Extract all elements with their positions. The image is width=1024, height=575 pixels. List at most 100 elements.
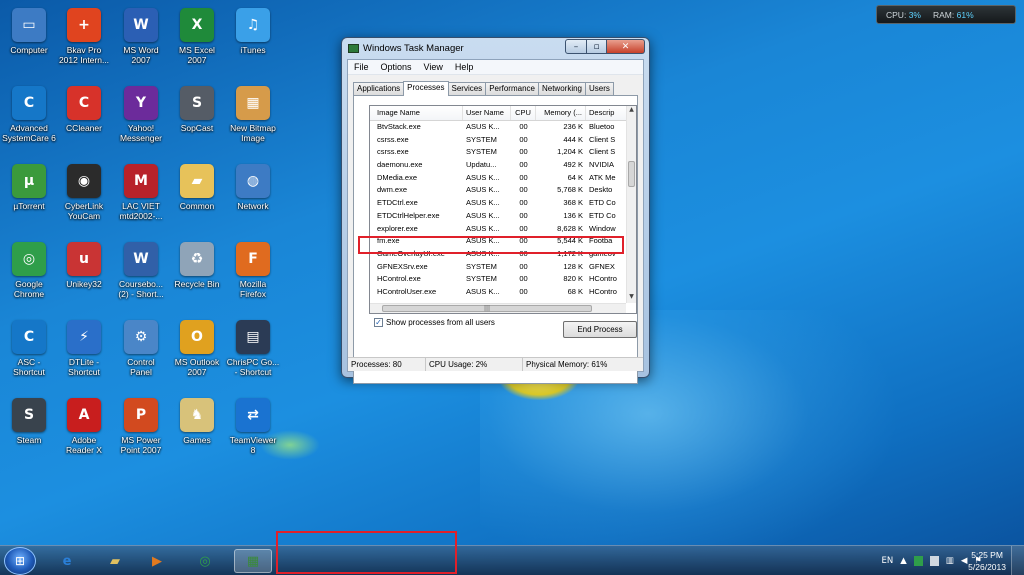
internet-explorer-icon[interactable]: e [48, 549, 86, 573]
end-process-button[interactable]: End Process [563, 321, 637, 338]
desktop-icon[interactable]: O MS Outlook 2007 [168, 316, 226, 390]
desktop-icon[interactable]: ▭ Computer [0, 4, 58, 78]
title-bar[interactable]: Windows Task Manager – ▫ ✕ [342, 38, 649, 58]
desktop-icon[interactable]: C Advanced SystemCare 6 [0, 82, 58, 156]
column-header[interactable]: CPU [511, 106, 536, 120]
clock[interactable]: 5:25 PM 5/26/2013 [968, 549, 1006, 573]
language-indicator[interactable]: EN [882, 556, 894, 566]
desktop-icon[interactable]: u Unikey32 [55, 238, 113, 312]
column-header[interactable]: Memory (... [536, 106, 586, 120]
vertical-scroll-thumb[interactable] [628, 161, 635, 187]
desktop-icon[interactable]: S Steam [0, 394, 58, 468]
tray-app-icon[interactable] [929, 556, 939, 566]
desktop-icon[interactable]: ♞ Games [168, 394, 226, 468]
desktop-icon[interactable]: P MS Power Point 2007 [112, 394, 170, 468]
chrome-icon[interactable]: ◎ [186, 549, 224, 573]
process-list[interactable]: Image Name User Name CPU Memory (... Descrip… [369, 105, 637, 314]
tab-services[interactable]: Services [447, 82, 487, 95]
process-row[interactable]: daemonu.exe Updatu... 00 492 K NVIDIA [370, 159, 636, 172]
desktop-icon[interactable]: ▦ New Bitmap Image [224, 82, 282, 156]
desktop-icon[interactable]: C ASC - Shortcut [0, 316, 58, 390]
show-all-processes[interactable]: ✓ Show processes from all users [374, 318, 495, 327]
show-hidden-icons-icon[interactable]: ▲ [900, 556, 907, 566]
maximize-button[interactable]: ▫ [587, 39, 607, 54]
desktop-icon[interactable]: F Mozilla Firefox [224, 238, 282, 312]
menu-view[interactable]: View [418, 62, 449, 72]
media-player-icon[interactable]: ▶ [138, 549, 176, 573]
process-row[interactable]: dwm.exe ASUS K... 00 5,768 K Deskto [370, 184, 636, 197]
desktop-icon[interactable]: A Adobe Reader X [55, 394, 113, 468]
tab-users[interactable]: Users [585, 82, 614, 95]
desktop-icon[interactable]: W MS Word 2007 [112, 4, 170, 78]
desktop-icon[interactable]: S SopCast [168, 82, 226, 156]
process-cell: GFNEX [589, 261, 615, 271]
process-row[interactable]: HControl.exe SYSTEM 00 820 K HContro [370, 273, 636, 286]
process-row[interactable]: csrss.exe SYSTEM 00 444 K Client S [370, 134, 636, 147]
desktop-icon[interactable]: M LAC VIET mtd2002-... [112, 160, 170, 234]
process-row[interactable]: explorer.exe ASUS K... 00 8,628 K Window [370, 223, 636, 236]
desktop-icon[interactable]: ⚙ Control Panel [112, 316, 170, 390]
horizontal-scroll-thumb[interactable]: ||| [382, 305, 592, 312]
menu-file[interactable]: File [348, 62, 375, 72]
process-row[interactable]: GameOverlayUI.exe ASUS K... 00 1,172 K gameo… [370, 248, 636, 261]
document-icon: W [124, 242, 158, 276]
status-cpu-usage: CPU Usage: 2% [426, 358, 523, 371]
column-header[interactable]: User Name [463, 106, 511, 120]
desktop-icon[interactable]: ◍ Network [224, 160, 282, 234]
scroll-up-arrow-icon[interactable]: ▲ [627, 106, 636, 116]
tab-applications[interactable]: Applications [353, 82, 405, 95]
tab-processes[interactable]: Processes [403, 81, 449, 96]
desktop-icon[interactable]: ▤ ChrisPC Go... - Shortcut [224, 316, 282, 390]
desktop-icon[interactable]: ▰ Common [168, 160, 226, 234]
scroll-down-arrow-icon[interactable]: ▼ [627, 293, 636, 303]
desktop-icon[interactable]: W Coursebo... (2) - Short... [112, 238, 170, 312]
task-manager-window[interactable]: Windows Task Manager – ▫ ✕ File Options Vi… [341, 37, 650, 384]
desktop-icon[interactable]: ◎ Google Chrome [0, 238, 58, 312]
desktop-icon[interactable]: ◉ CyberLink YouCam [55, 160, 113, 234]
process-row[interactable]: GFNEXSrv.exe SYSTEM 00 128 K GFNEX [370, 261, 636, 274]
menu-options[interactable]: Options [375, 62, 418, 72]
task-manager-icon[interactable]: ▦ [234, 549, 272, 573]
desktop-icon[interactable]: ♫ iTunes [224, 4, 282, 78]
process-row[interactable]: csrss.exe SYSTEM 00 1,204 K Client S [370, 146, 636, 159]
explorer-folder-icon[interactable]: ▰ [96, 549, 134, 573]
desktop-icon[interactable]: X MS Excel 2007 [168, 4, 226, 78]
battery-icon[interactable] [913, 556, 923, 566]
system-monitor-gadget[interactable]: CPU: 3% RAM: 61% [876, 5, 1016, 24]
process-row[interactable]: DMedia.exe ASUS K... 00 64 K ATK Me [370, 172, 636, 185]
desktop-icon[interactable]: µ µTorrent [0, 160, 58, 234]
show-desktop-button[interactable] [1011, 546, 1024, 575]
volume-icon[interactable]: ◀ [961, 556, 968, 566]
menu-help[interactable]: Help [449, 62, 480, 72]
process-cell: 00 [519, 223, 528, 233]
process-row[interactable]: fm.exe ASUS K... 00 5,544 K Footba [370, 235, 636, 248]
process-row[interactable]: HControlUser.exe ASUS K... 00 68 K HContro [370, 286, 636, 299]
processes-panel: Image Name User Name CPU Memory (... Descrip… [353, 95, 638, 384]
column-header[interactable]: Descrip [586, 106, 627, 120]
process-row[interactable]: ETDCtrlHelper.exe ASUS K... 00 136 K ETD Co [370, 210, 636, 223]
process-cell: GameOverlayUI.exe [377, 248, 445, 258]
minimize-button[interactable]: – [565, 39, 587, 54]
desktop-icon-label: DTLite - Shortcut [68, 357, 100, 377]
desktop-icon-label: ChrisPC Go... - Shortcut [226, 357, 280, 377]
desktop-icon[interactable]: ♻ Recycle Bin [168, 238, 226, 312]
recycle-bin-icon: ♻ [180, 242, 214, 276]
close-button[interactable]: ✕ [607, 39, 645, 54]
tab-networking[interactable]: Networking [537, 82, 586, 95]
clapboard-icon: ▤ [236, 320, 270, 354]
vertical-scrollbar[interactable]: ▲ ▼ [626, 106, 636, 303]
process-cell: Client S [589, 134, 616, 144]
desktop-icon[interactable]: ⚡ DTLite - Shortcut [55, 316, 113, 390]
start-button[interactable]: ⊞ [4, 547, 36, 575]
process-row[interactable]: BtvStack.exe ASUS K... 00 236 K Bluetoo [370, 121, 636, 134]
network-icon[interactable]: ▥ [946, 556, 954, 566]
desktop-icon[interactable]: ⇄ TeamViewer 8 [224, 394, 282, 468]
column-header[interactable]: Image Name [370, 106, 463, 120]
desktop-icon[interactable]: C CCleaner [55, 82, 113, 156]
desktop-icon[interactable]: Y Yahoo! Messenger [112, 82, 170, 156]
horizontal-scrollbar[interactable]: ||| [370, 303, 626, 313]
tab-performance[interactable]: Performance [485, 82, 539, 95]
desktop-icon[interactable]: + Bkav Pro 2012 Intern... [55, 4, 113, 78]
show-all-checkbox[interactable]: ✓ [374, 318, 383, 327]
process-row[interactable]: ETDCtrl.exe ASUS K... 00 368 K ETD Co [370, 197, 636, 210]
